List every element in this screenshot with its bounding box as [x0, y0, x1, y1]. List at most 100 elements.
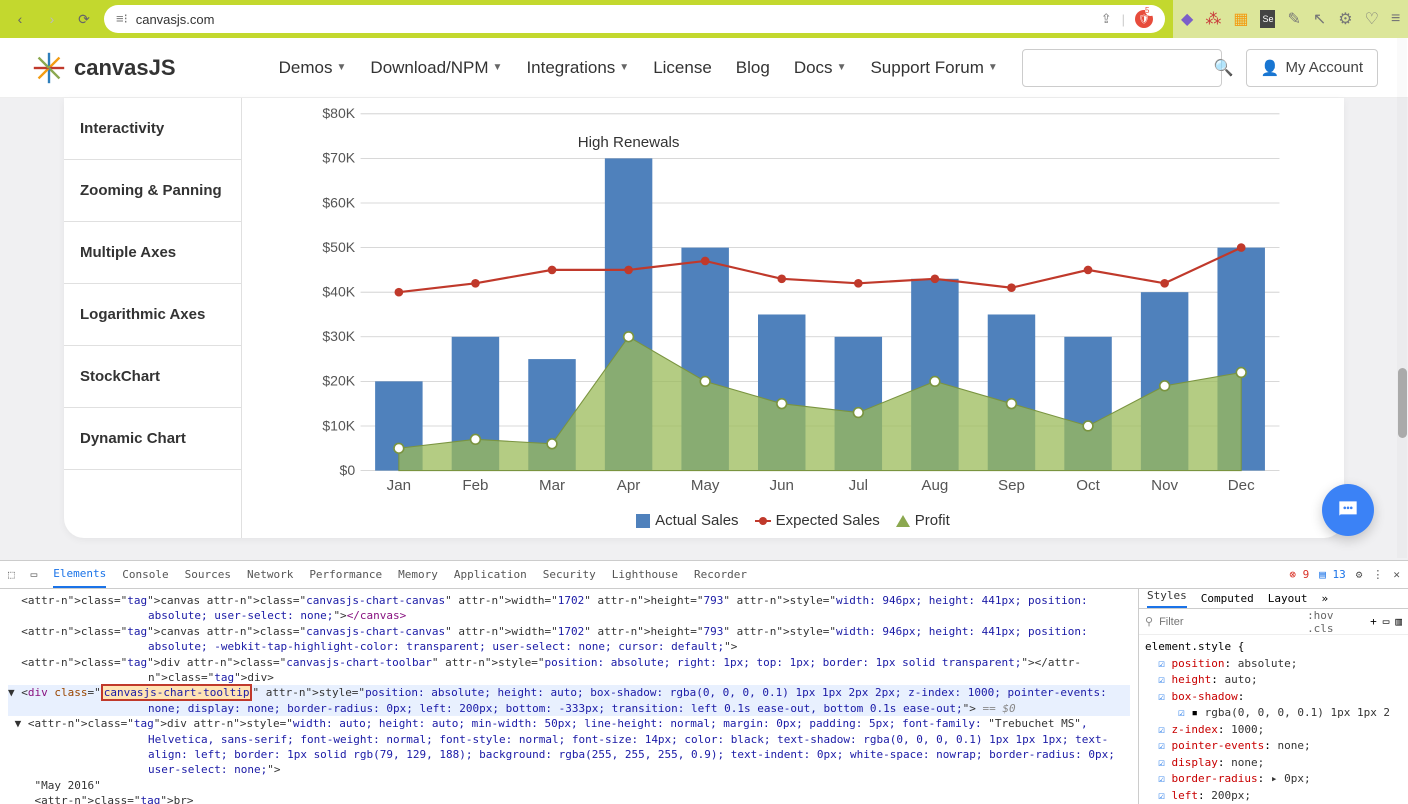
chart-legend: Actual Sales Expected Sales Profit	[262, 512, 1324, 529]
tab-performance[interactable]: Performance	[309, 562, 382, 587]
styles-icon-2[interactable]: ▥	[1395, 615, 1402, 628]
svg-text:High Renewals: High Renewals	[578, 134, 680, 151]
reload-button[interactable]: ⟳	[72, 7, 96, 31]
devtools-tabs: ⬚ ▭ Elements Console Sources Network Per…	[0, 561, 1408, 589]
svg-text:Mar: Mar	[539, 477, 565, 494]
svg-text:$10K: $10K	[322, 417, 355, 433]
hov-cls[interactable]: :hov .cls	[1307, 609, 1364, 635]
legend-profit[interactable]: Profit	[896, 512, 950, 529]
user-icon: 👤	[1261, 59, 1280, 77]
nav-demos[interactable]: Demos▼	[279, 58, 347, 78]
puzzle-icon[interactable]: ⚙	[1338, 10, 1352, 28]
url-bar[interactable]: ≡⁝ canvasjs.com ⇪ | 5 🛡	[104, 5, 1165, 33]
issues-count[interactable]: ▤ 13	[1319, 568, 1346, 581]
brave-shield-icon[interactable]: 5 🛡	[1135, 10, 1153, 28]
nav-download[interactable]: Download/NPM▼	[370, 58, 502, 78]
sidebar-item-dynamic[interactable]: Dynamic Chart	[64, 408, 241, 470]
share-icon[interactable]: ⇪	[1101, 11, 1112, 27]
sidebar-item-multiple-axes[interactable]: Multiple Axes	[64, 222, 241, 284]
tab-lighthouse[interactable]: Lighthouse	[612, 562, 678, 587]
styles-tab[interactable]: Styles	[1147, 589, 1187, 608]
device-icon[interactable]: ▭	[31, 568, 38, 581]
account-button[interactable]: 👤 My Account	[1246, 49, 1378, 87]
styles-icon-1[interactable]: ▭	[1383, 615, 1390, 628]
sidebar: Interactivity Zooming & Panning Multiple…	[64, 98, 242, 538]
logo-burst-icon	[30, 49, 68, 87]
url-text: canvasjs.com	[136, 12, 215, 27]
settings-icon[interactable]: ⚙	[1356, 568, 1363, 581]
ext-icon-8[interactable]: ♡	[1365, 10, 1379, 28]
svg-text:Dec: Dec	[1228, 477, 1255, 494]
selenium-icon[interactable]: Se	[1260, 10, 1275, 28]
svg-text:$20K: $20K	[322, 373, 355, 389]
legend-expected[interactable]: Expected Sales	[755, 512, 880, 529]
tab-memory[interactable]: Memory	[398, 562, 438, 587]
svg-text:Jul: Jul	[849, 477, 868, 494]
svg-text:$80K: $80K	[322, 105, 355, 121]
nav-blog[interactable]: Blog	[736, 58, 770, 78]
tab-application[interactable]: Application	[454, 562, 527, 587]
sidebar-item-interactivity[interactable]: Interactivity	[64, 98, 241, 160]
ext-icon-6[interactable]: ↖	[1313, 10, 1326, 28]
main-nav: Demos▼ Download/NPM▼ Integrations▼ Licen…	[279, 49, 1378, 87]
svg-text:Feb: Feb	[462, 477, 488, 494]
site-header: canvasJS Demos▼ Download/NPM▼ Integratio…	[0, 38, 1408, 98]
sidebar-item-zooming[interactable]: Zooming & Panning	[64, 160, 241, 222]
svg-text:$30K: $30K	[322, 328, 355, 344]
tab-elements[interactable]: Elements	[53, 561, 106, 588]
ext-icon-3[interactable]: ▦	[1233, 10, 1248, 28]
tab-console[interactable]: Console	[122, 562, 168, 587]
tab-network[interactable]: Network	[247, 562, 293, 587]
site-settings-icon[interactable]: ≡⁝	[116, 11, 128, 27]
svg-text:May: May	[691, 477, 720, 494]
new-style-icon[interactable]: +	[1370, 615, 1377, 628]
tab-sources[interactable]: Sources	[185, 562, 231, 587]
sidebar-item-stockchart[interactable]: StockChart	[64, 346, 241, 408]
tab-recorder[interactable]: Recorder	[694, 562, 747, 587]
tab-security[interactable]: Security	[543, 562, 596, 587]
filter-icon: ⚲	[1145, 615, 1153, 628]
more-icon[interactable]: ⋮	[1372, 568, 1383, 581]
nav-forum[interactable]: Support Forum▼	[870, 58, 997, 78]
search-icon[interactable]: 🔍	[1214, 58, 1234, 78]
nav-integrations[interactable]: Integrations▼	[526, 58, 629, 78]
logo[interactable]: canvasJS	[30, 49, 176, 87]
elements-tree[interactable]: <attr-n">class="tag">canvas attr-n">clas…	[0, 589, 1138, 804]
extensions-bar: ◆ ⁂ ▦ Se ✎ ↖ ⚙ ♡ ≡	[1173, 0, 1408, 38]
hamburger-icon[interactable]: ≡	[1391, 10, 1400, 28]
layout-tab[interactable]: Layout	[1268, 592, 1308, 605]
chat-icon	[1335, 497, 1361, 523]
search-box[interactable]: 🔍	[1022, 49, 1222, 87]
ext-icon-2[interactable]: ⁂	[1205, 10, 1221, 28]
nav-license[interactable]: License	[653, 58, 712, 78]
svg-text:$70K: $70K	[322, 150, 355, 166]
filter-input[interactable]	[1159, 616, 1301, 628]
svg-text:Nov: Nov	[1151, 477, 1178, 494]
computed-tab[interactable]: Computed	[1201, 592, 1254, 605]
inspect-icon[interactable]: ⬚	[8, 568, 15, 581]
ext-icon-1[interactable]: ◆	[1181, 10, 1193, 28]
svg-text:$60K: $60K	[322, 194, 355, 210]
chat-fab[interactable]	[1322, 484, 1374, 536]
svg-text:Oct: Oct	[1076, 477, 1100, 494]
chart-canvas[interactable]: $0$10K$20K$30K$40K$50K$60K$70K$80KJanFeb…	[262, 103, 1324, 503]
svg-text:$50K: $50K	[322, 239, 355, 255]
error-count[interactable]: ⊗ 9	[1289, 568, 1309, 581]
svg-text:Jun: Jun	[770, 477, 794, 494]
search-input[interactable]	[1033, 60, 1214, 76]
page-scrollbar[interactable]	[1397, 38, 1407, 558]
more-tabs-icon[interactable]: »	[1321, 592, 1328, 605]
close-devtools-icon[interactable]: ✕	[1393, 568, 1400, 581]
css-rules[interactable]: element.style { ☑ position: absolute; ☑ …	[1139, 635, 1408, 804]
nav-docs[interactable]: Docs▼	[794, 58, 847, 78]
svg-text:Aug: Aug	[921, 477, 948, 494]
ext-icon-5[interactable]: ✎	[1287, 10, 1300, 28]
legend-actual[interactable]: Actual Sales	[636, 512, 738, 529]
sidebar-item-log-axes[interactable]: Logarithmic Axes	[64, 284, 241, 346]
devtools-panel: ⬚ ▭ Elements Console Sources Network Per…	[0, 560, 1408, 804]
forward-button[interactable]: ›	[40, 7, 64, 31]
svg-text:Apr: Apr	[617, 477, 641, 494]
svg-text:$40K: $40K	[322, 284, 355, 300]
back-button[interactable]: ‹	[8, 7, 32, 31]
chart-area: $0$10K$20K$30K$40K$50K$60K$70K$80KJanFeb…	[242, 98, 1344, 538]
